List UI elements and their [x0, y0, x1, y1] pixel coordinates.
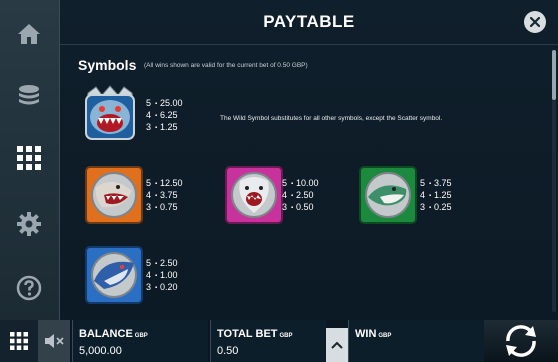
close-button[interactable]	[524, 11, 546, 33]
bet-settings-button[interactable]	[0, 66, 58, 126]
paytable-title: PAYTABLE	[263, 12, 355, 31]
paytable-content[interactable]: Symbols (All wins shown are valid for th…	[60, 45, 550, 320]
paytable-scrollbar[interactable]	[552, 50, 556, 312]
orange-shark-pays: 5 ▪ 12.50 4 ▪ 3.75 3 ▪ 0.75	[146, 178, 183, 212]
total-bet-value: 0.50	[217, 345, 239, 357]
symbols-note: (All wins shown are valid for the curren…	[144, 62, 308, 69]
help-button[interactable]	[0, 258, 58, 318]
balance-label: BALANCE	[79, 328, 133, 340]
paytable-panel: PAYTABLE Symbols (All wins shown are val…	[60, 0, 558, 320]
blue-shark-pays: 5 ▪ 2.50 4 ▪ 1.00 3 ▪ 0.20	[146, 258, 178, 292]
balance-currency: GBP	[134, 333, 148, 339]
pink-shark-icon	[225, 166, 283, 224]
home-icon	[18, 24, 40, 44]
home-button[interactable]	[0, 4, 58, 64]
coins-icon	[19, 85, 39, 105]
win-currency: GBP	[378, 333, 392, 339]
pink-shark-symbol	[224, 165, 284, 225]
scroll-thumb[interactable]	[552, 50, 556, 100]
bet-expand-button[interactable]	[326, 328, 348, 362]
paytable-grid-icon	[17, 146, 41, 170]
blue-shark-symbol	[84, 245, 144, 305]
wild-shark-pays: 5 ▪ 25.00 4 ▪ 6.25 3 ▪ 1.25	[146, 98, 183, 132]
pink-shark-pays: 5 ▪ 10.00 4 ▪ 2.50 3 ▪ 0.50	[282, 178, 319, 212]
sound-toggle-button[interactable]	[38, 320, 70, 362]
total-bet-label: TOTAL BET	[217, 328, 278, 340]
balance-display: BALANCE GBP 5,000.00	[72, 320, 208, 362]
symbols-heading: Symbols	[78, 57, 137, 73]
blue-shark-icon	[85, 246, 143, 304]
orange-shark-symbol	[84, 165, 144, 225]
settings-gear-icon	[17, 212, 41, 236]
sound-muted-icon	[45, 334, 64, 348]
green-shark-pays: 5 ▪ 3.75 4 ▪ 1.25 3 ▪ 0.25	[420, 178, 452, 212]
chevron-up-icon	[331, 341, 343, 349]
orange-shark-icon	[85, 166, 143, 224]
close-icon	[530, 17, 540, 27]
spin-button[interactable]	[484, 320, 558, 362]
bottom-bar: BALANCE GBP 5,000.00 TOTAL BET GBP 0.50 WI…	[0, 320, 558, 362]
wild-shark-icon	[85, 85, 135, 140]
win-label: WIN	[355, 328, 377, 340]
side-menu	[0, 0, 60, 320]
green-shark-symbol	[358, 165, 418, 225]
wild-description: The Wild Symbol substitutes for all othe…	[220, 115, 443, 122]
paytable-button[interactable]	[0, 128, 58, 188]
settings-button[interactable]	[0, 194, 58, 254]
wild-shark-symbol	[80, 85, 140, 145]
total-bet-display: TOTAL BET GBP 0.50	[210, 320, 326, 362]
green-shark-icon	[359, 166, 417, 224]
balance-value: 5,000.00	[79, 345, 122, 357]
menu-grid-icon	[10, 332, 28, 350]
total-bet-currency: GBP	[279, 333, 293, 339]
win-display: WIN GBP	[348, 320, 484, 362]
menu-button[interactable]	[0, 320, 38, 362]
help-icon	[16, 275, 42, 301]
spin-icon	[506, 325, 536, 357]
